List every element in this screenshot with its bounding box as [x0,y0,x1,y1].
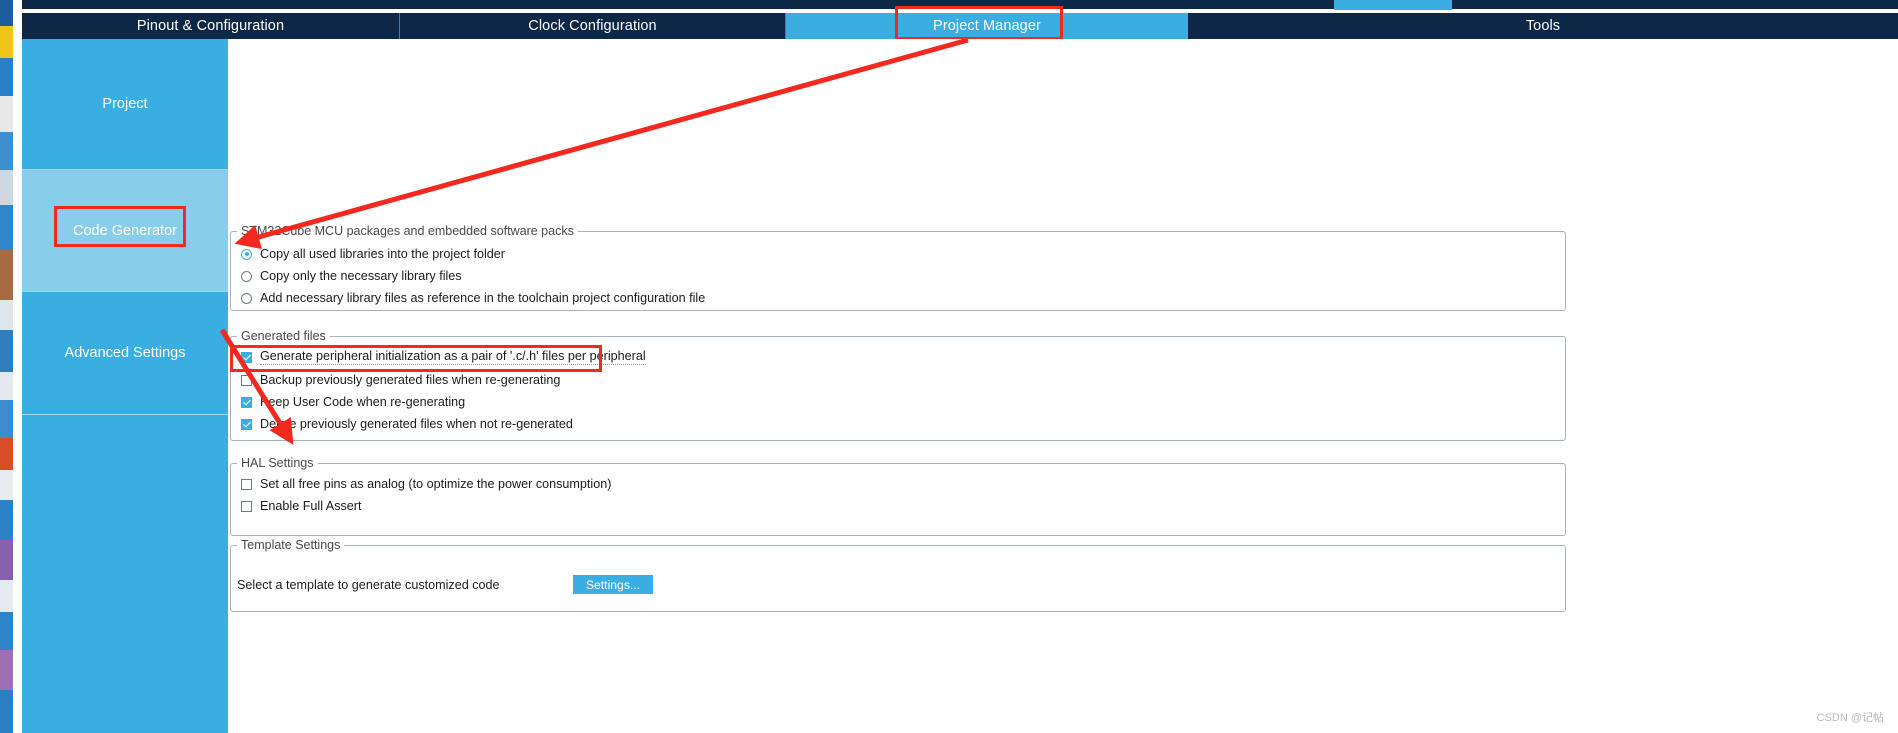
tab-label: Project Manager [933,18,1041,34]
tab-label: Clock Configuration [528,18,657,34]
option-label: Add necessary library files as reference… [260,291,706,305]
template-settings-button[interactable]: Settings... [573,575,653,594]
option-label: Generate peripheral initialization as a … [260,349,646,365]
sidebar-empty-area [22,415,228,733]
tab-label: Tools [1525,18,1561,34]
template-description: Select a template to generate customized… [237,579,500,592]
group-mcu-packages: STM32Cube MCU packages and embedded soft… [230,224,1566,311]
stm32cubemx-window: Pinout & Configuration Clock Configurati… [0,0,1898,733]
sidebar-item-code-generator[interactable]: Code Generator [22,170,228,292]
sidebar-item-label: Advanced Settings [64,345,186,361]
group-title-generated-files: Generated files [237,329,330,343]
template-description-label: Select a template to generate customized… [237,578,500,592]
sidebar-item-project[interactable]: Project [22,39,228,170]
watermark: CSDN @记帖 [1816,712,1884,724]
checkbox-icon[interactable] [241,374,252,386]
project-manager-sidebar: Project Code Generator Advanced Settings [22,39,228,733]
radio-button-icon[interactable] [241,270,252,282]
checkbox-backup-previously-generated[interactable]: Backup previously generated files when r… [241,374,560,387]
checkbox-icon[interactable] [241,351,252,363]
radio-button-icon[interactable] [241,292,252,304]
tab-pinout-configuration[interactable]: Pinout & Configuration [22,13,400,39]
sidebar-item-advanced-settings[interactable]: Advanced Settings [22,292,228,415]
checkbox-keep-user-code[interactable]: Keep User Code when re-generating [241,396,465,409]
group-hal-settings: HAL Settings Set all free pins as analog… [230,456,1566,536]
radio-copy-all-libraries[interactable]: Copy all used libraries into the project… [241,248,505,261]
group-title-template-settings: Template Settings [237,538,345,552]
option-label: Copy only the necessary library files [260,269,462,283]
tab-clock-configuration[interactable]: Clock Configuration [400,13,786,39]
sidebar-item-label: Code Generator [73,222,177,239]
option-label: Copy all used libraries into the project… [260,247,506,261]
title-bar-strip [22,0,1898,9]
option-label: Keep User Code when re-generating [260,395,466,409]
checkbox-enable-full-assert[interactable]: Enable Full Assert [241,500,362,513]
checkbox-icon[interactable] [241,396,252,408]
option-label: Delete previously generated files when n… [260,417,573,431]
group-template-settings: Template Settings Select a template to g… [230,538,1566,612]
group-generated-files: Generated files Generate peripheral init… [230,329,1566,441]
checkbox-generate-peripheral-init-pair[interactable]: Generate peripheral initialization as a … [241,350,646,365]
code-generator-panel: STM32Cube MCU packages and embedded soft… [228,39,1898,733]
tab-project-manager[interactable]: Project Manager [786,13,1188,39]
checkbox-icon[interactable] [241,500,252,512]
checkbox-delete-previously-generated[interactable]: Delete previously generated files when n… [241,418,573,431]
tab-tools[interactable]: Tools [1188,13,1898,39]
top-accent-bar [1334,0,1452,10]
checkbox-set-free-pins-analog[interactable]: Set all free pins as analog (to optimize… [241,478,611,491]
background-app-strip [0,0,13,733]
group-title-hal-settings: HAL Settings [237,456,318,470]
main-tabbar: Pinout & Configuration Clock Configurati… [22,13,1898,39]
option-label: Set all free pins as analog (to optimize… [260,477,612,491]
radio-add-libraries-as-reference[interactable]: Add necessary library files as reference… [241,292,705,305]
radio-button-icon[interactable] [241,248,252,260]
window-gutter [13,0,22,733]
checkbox-icon[interactable] [241,478,252,490]
group-title-mcu-packages: STM32Cube MCU packages and embedded soft… [237,224,578,238]
sidebar-item-label: Project [102,96,148,112]
radio-copy-necessary-libraries[interactable]: Copy only the necessary library files [241,270,462,283]
option-label: Backup previously generated files when r… [260,373,561,387]
checkbox-icon[interactable] [241,418,252,430]
tab-label: Pinout & Configuration [136,18,285,34]
option-label: Enable Full Assert [260,499,362,513]
